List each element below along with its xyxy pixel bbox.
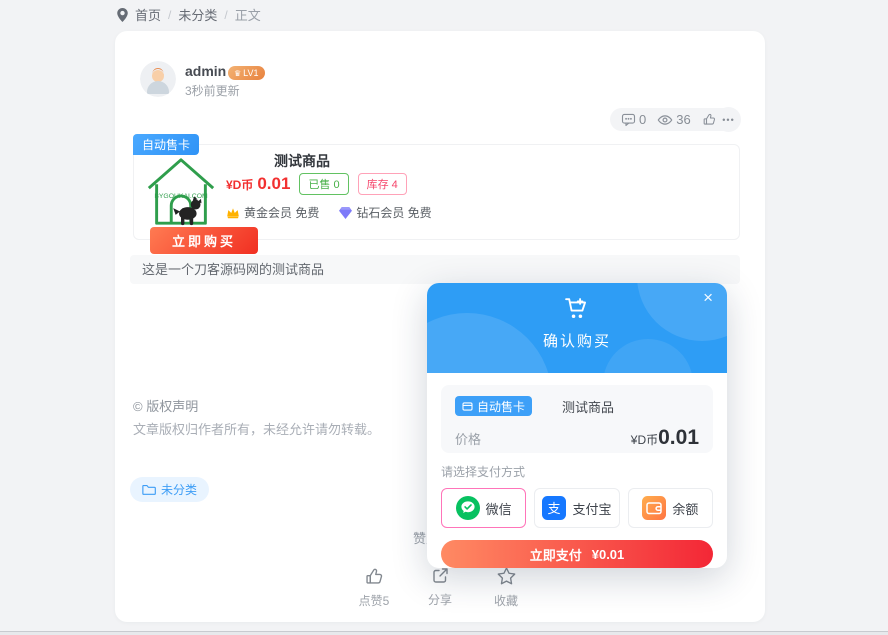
thumbs-up-icon xyxy=(702,112,717,127)
window-bottom-edge xyxy=(0,631,888,635)
gold-member-label: 黄金会员 免费 xyxy=(244,204,319,221)
product-price-row: ¥D币 0.01 已售 0 库存 4 xyxy=(226,173,407,195)
like-action[interactable]: 点赞5 xyxy=(354,566,394,609)
order-item-tag: 自动售卡 xyxy=(455,396,532,416)
like-action-label: 点赞5 xyxy=(359,592,390,609)
author-name[interactable]: admin xyxy=(185,63,226,79)
action-bar: 点赞5 分享 收藏 xyxy=(115,566,765,609)
breadcrumb-separator: / xyxy=(168,8,171,22)
pay-now-label: 立即支付 xyxy=(530,545,582,564)
category-tag[interactable]: 未分类 xyxy=(130,477,209,502)
diamond-member-label: 钻石会员 免费 xyxy=(356,204,431,221)
order-price-value: 0.01 xyxy=(658,426,699,449)
folder-icon xyxy=(142,483,156,496)
close-icon[interactable]: × xyxy=(699,285,717,310)
product-title: 测试商品 xyxy=(226,151,378,171)
breadcrumb: 首页 / 未分类 / 正文 xyxy=(117,5,261,24)
modal-header: 确认购买 × xyxy=(427,283,727,373)
payment-method-label: 支付宝 xyxy=(572,499,611,518)
choose-payment-label: 请选择支付方式 xyxy=(441,463,713,480)
star-icon xyxy=(496,566,517,587)
product-image[interactable]: BYGOUKAI.COM xyxy=(142,153,220,231)
order-info-box: 自动售卡 测试商品 价格 ¥D币0.01 xyxy=(441,385,713,453)
member-prices: 黄金会员 免费 钻石会员 免费 xyxy=(226,204,432,221)
payment-method-alipay[interactable]: 支 支付宝 xyxy=(534,488,619,528)
category-tag-label: 未分类 xyxy=(161,481,197,498)
product-currency: ¥D币 xyxy=(226,176,253,193)
breadcrumb-home-link[interactable]: 首页 xyxy=(135,5,161,24)
gold-crown-icon xyxy=(226,207,240,219)
order-item-name: 测试商品 xyxy=(562,397,614,416)
product-description: 这是一个刀客源码网的测试商品 xyxy=(130,255,740,284)
order-price: ¥D币0.01 xyxy=(631,426,699,450)
breadcrumb-current: 正文 xyxy=(235,5,261,24)
buy-now-button[interactable]: 立即购买 xyxy=(150,227,258,254)
stock-badge: 库存 4 xyxy=(358,173,407,195)
diamond-icon xyxy=(339,207,352,219)
updated-time: 3秒前更新 xyxy=(185,82,240,99)
gold-member-price: 黄金会员 免费 xyxy=(226,204,319,221)
sold-badge: 已售 0 xyxy=(299,173,348,195)
payment-method-label: 微信 xyxy=(486,499,512,518)
product-price: 0.01 xyxy=(257,174,290,194)
alipay-char: 支 xyxy=(548,501,561,516)
product-box: BYGOUKAI.COM 测试商品 ¥D币 0.01 已售 0 xyxy=(133,144,740,240)
product-type-tag: 自动售卡 xyxy=(133,134,199,155)
share-action-label: 分享 xyxy=(428,591,452,608)
more-options-button[interactable]: ••• xyxy=(716,107,741,132)
views-stat: 36 xyxy=(657,112,690,128)
breadcrumb-separator: / xyxy=(224,8,227,22)
copyright-title: © 版权声明 xyxy=(133,396,380,415)
comments-stat[interactable]: 0 xyxy=(621,112,646,127)
card-icon xyxy=(462,402,473,411)
modal-body: 自动售卡 测试商品 价格 ¥D币0.01 请选择支付方式 xyxy=(427,373,727,568)
wallet-icon xyxy=(642,496,666,520)
copyright-block: © 版权声明 文章版权归作者所有，未经允许请勿转载。 xyxy=(133,396,380,438)
modal-title: 确认购买 xyxy=(427,330,727,351)
copyright-text: 文章版权归作者所有，未经允许请勿转载。 xyxy=(133,419,380,438)
location-pin-icon xyxy=(117,8,128,22)
price-label: 价格 xyxy=(455,429,481,448)
comments-count: 0 xyxy=(639,112,646,127)
diamond-member-price: 钻石会员 免费 xyxy=(339,204,431,221)
purchase-modal: 确认购买 × 自动售卡 测试商品 价格 xyxy=(427,283,727,568)
payment-method-balance[interactable]: 余额 xyxy=(628,488,713,528)
payment-method-wechat[interactable]: 微信 xyxy=(441,488,526,528)
alipay-icon: 支 xyxy=(542,496,566,520)
eye-icon xyxy=(657,112,673,128)
cart-icon xyxy=(427,296,727,321)
pay-now-button[interactable]: 立即支付 ¥0.01 xyxy=(441,540,713,568)
order-item-tag-label: 自动售卡 xyxy=(477,398,525,415)
page: 首页 / 未分类 / 正文 admin ♛ LV1 3秒前更新 0 xyxy=(0,0,888,635)
payment-methods: 微信 支 支付宝 余额 xyxy=(441,488,713,528)
order-currency: ¥D币 xyxy=(631,433,658,447)
breadcrumb-category-link[interactable]: 未分类 xyxy=(178,5,217,24)
favorite-action[interactable]: 收藏 xyxy=(486,566,526,609)
level-badge: ♛ LV1 xyxy=(228,66,265,80)
avatar[interactable] xyxy=(140,61,176,97)
favorite-action-label: 收藏 xyxy=(494,592,518,609)
share-action[interactable]: 分享 xyxy=(420,566,460,609)
thumbs-up-icon xyxy=(364,566,385,587)
comment-icon xyxy=(621,112,636,127)
wechat-pay-icon xyxy=(456,496,480,520)
level-badge-label: LV1 xyxy=(243,68,258,78)
crown-icon: ♛ xyxy=(234,69,241,78)
views-count: 36 xyxy=(676,112,690,127)
payment-method-label: 余额 xyxy=(672,499,698,518)
product-logo-text: BYGOUKAI.COM xyxy=(154,193,208,200)
share-icon xyxy=(430,566,450,586)
post-card: admin ♛ LV1 3秒前更新 0 36 xyxy=(115,31,765,622)
pay-now-amount: ¥0.01 xyxy=(592,547,625,562)
